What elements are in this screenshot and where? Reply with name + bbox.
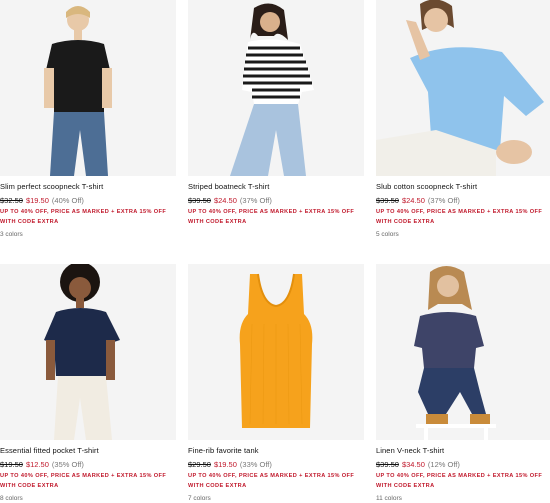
product-name[interactable]: Fine-rib favorite tank [188, 446, 364, 456]
original-price: $19.50 [0, 460, 23, 469]
sale-price: $24.50 [213, 196, 237, 205]
product-image[interactable] [0, 0, 176, 176]
product-image[interactable] [188, 0, 364, 176]
discount-percent: (35% Off) [51, 460, 84, 469]
price-row: $19.50 $12.50 (35% Off) [0, 460, 176, 470]
original-price: $39.50 [188, 196, 211, 205]
product-card[interactable]: Linen V-neck T-shirt $39.50 $34.50 (12% Of… [376, 264, 550, 503]
sale-price: $12.50 [25, 460, 49, 469]
sale-price: $24.50 [401, 196, 425, 205]
discount-percent: (12% Off) [427, 460, 460, 469]
product-name[interactable]: Slim perfect scoopneck T-shirt [0, 182, 176, 192]
model-blue-scoopneck-image [376, 0, 550, 176]
original-price: $29.50 [188, 460, 211, 469]
product-image[interactable] [0, 264, 176, 440]
discount-percent: (33% Off) [239, 460, 272, 469]
model-black-scoopneck-image [0, 0, 176, 176]
promo-text: UP TO 40% OFF, PRICE AS MARKED + EXTRA 1… [376, 209, 543, 225]
product-name[interactable]: Striped boatneck T-shirt [188, 182, 364, 192]
sale-price: $19.50 [213, 460, 237, 469]
price-row: $39.50 $24.50 (37% Off) [188, 196, 364, 206]
promo-text: UP TO 40% OFF, PRICE AS MARKED + EXTRA 1… [188, 209, 355, 225]
promo-text: UP TO 40% OFF, PRICE AS MARKED + EXTRA 1… [188, 473, 355, 489]
color-count[interactable]: 11 colors [376, 494, 550, 503]
yellow-tank-image [188, 264, 364, 440]
product-card[interactable]: Essential fitted pocket T-shirt $19.50 $1… [0, 264, 176, 503]
model-navy-vneck-image [376, 264, 550, 440]
discount-percent: (40% Off) [51, 196, 84, 205]
product-card[interactable]: Slim perfect scoopneck T-shirt $32.50 $19… [0, 0, 176, 239]
original-price: $32.50 [0, 196, 23, 205]
promo-text: UP TO 40% OFF, PRICE AS MARKED + EXTRA 1… [0, 209, 167, 225]
model-striped-boatneck-image [188, 0, 364, 176]
color-count[interactable]: 7 colors [188, 494, 364, 503]
price-row: $29.50 $19.50 (33% Off) [188, 460, 364, 470]
price-row: $39.50 $34.50 (12% Off) [376, 460, 550, 470]
product-name[interactable]: Essential fitted pocket T-shirt [0, 446, 176, 456]
color-count[interactable]: 8 colors [0, 494, 176, 503]
discount-percent: (37% Off) [427, 196, 460, 205]
sale-price: $34.50 [401, 460, 425, 469]
original-price: $39.50 [376, 196, 399, 205]
product-image[interactable] [376, 264, 550, 440]
color-count[interactable]: 5 colors [376, 230, 550, 239]
sale-price: $19.50 [25, 196, 49, 205]
promo-text: UP TO 40% OFF, PRICE AS MARKED + EXTRA 1… [0, 473, 167, 489]
product-grid: Slim perfect scoopneck T-shirt $32.50 $19… [0, 0, 550, 502]
model-navy-pocket-tee-image [0, 264, 176, 440]
product-name[interactable]: Linen V-neck T-shirt [376, 446, 550, 456]
product-image[interactable] [376, 0, 550, 176]
price-row: $32.50 $19.50 (40% Off) [0, 196, 176, 206]
product-card[interactable]: Striped boatneck T-shirt $39.50 $24.50 (37… [188, 0, 364, 230]
discount-percent: (37% Off) [239, 196, 272, 205]
product-name[interactable]: Slub cotton scoopneck T-shirt [376, 182, 550, 192]
price-row: $39.50 $24.50 (37% Off) [376, 196, 550, 206]
promo-text: UP TO 40% OFF, PRICE AS MARKED + EXTRA 1… [376, 473, 543, 489]
product-card[interactable]: Fine-rib favorite tank $29.50 $19.50 (33% … [188, 264, 364, 503]
product-card[interactable]: Slub cotton scoopneck T-shirt $39.50 $24.… [376, 0, 550, 239]
color-count[interactable]: 3 colors [0, 230, 176, 239]
product-image[interactable] [188, 264, 364, 440]
original-price: $39.50 [376, 460, 399, 469]
